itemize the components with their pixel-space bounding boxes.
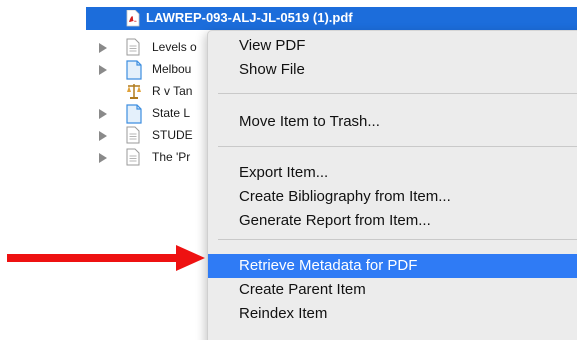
menu-separator [218, 93, 577, 94]
menu-item-label: Retrieve Metadata for PDF [239, 257, 418, 274]
menu-item-label: Create Parent Item [239, 281, 366, 298]
menu-item-view-pdf[interactable]: View PDF [208, 34, 577, 58]
menu-item-label: Export Item... [239, 164, 329, 181]
menu-item-reindex-item[interactable]: Reindex Item [208, 302, 577, 326]
menu-item-label: Show File [239, 61, 305, 78]
menu-item-label: Reindex Item [239, 305, 328, 322]
menu-item-move-item-to-trash[interactable]: Move Item to Trash... [208, 110, 577, 134]
context-menu: View PDF Show File Move Item to Trash... Ex… [207, 30, 577, 340]
menu-item-create-bibliography-from-item[interactable]: Create Bibliography from Item... [208, 185, 577, 209]
menu-separator [218, 239, 577, 240]
menu-item-label: Create Bibliography from Item... [239, 188, 451, 205]
red-arrow-icon [7, 245, 205, 271]
menu-item-label: Move Item to Trash... [239, 113, 380, 130]
menu-item-generate-report-from-item[interactable]: Generate Report from Item... [208, 209, 577, 233]
menu-item-label: Generate Report from Item... [239, 212, 431, 229]
menu-item-create-parent-item[interactable]: Create Parent Item [208, 278, 577, 302]
menu-item-show-file[interactable]: Show File [208, 58, 577, 82]
menu-separator [218, 146, 577, 147]
menu-item-retrieve-metadata-for-pdf[interactable]: Retrieve Metadata for PDF [208, 254, 577, 278]
menu-item-label: View PDF [239, 37, 306, 54]
menu-item-export-item[interactable]: Export Item... [208, 161, 577, 185]
zotero-window: LAWREP-093-ALJ-JL-0519 (1).pdf Levels oM… [0, 0, 577, 340]
